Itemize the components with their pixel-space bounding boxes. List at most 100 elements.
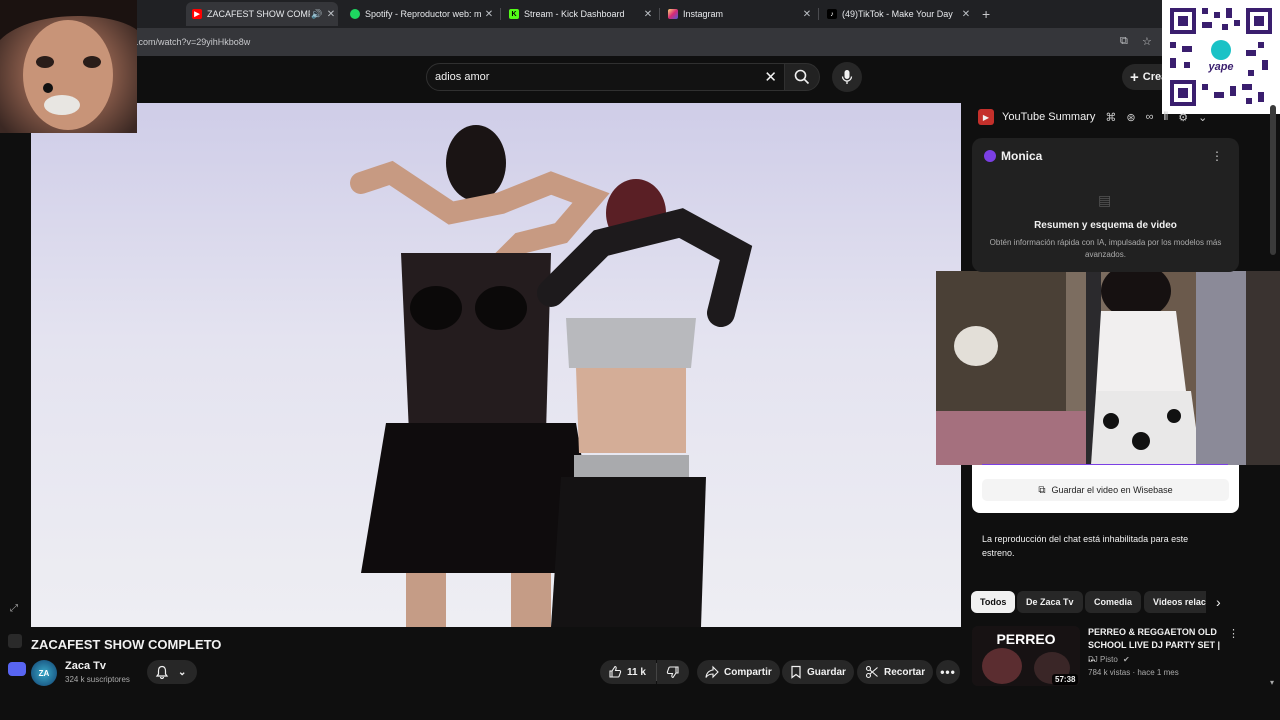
thumbs-down-icon <box>666 666 679 679</box>
bookmark-icon <box>791 665 801 679</box>
glasses-icon[interactable]: ∞ <box>1146 111 1154 123</box>
expand-icon[interactable]: ⤢ <box>10 603 18 614</box>
recommendation-channel-name: DJ Pisto <box>1088 655 1118 664</box>
close-tab-icon[interactable]: ✕ <box>800 9 814 20</box>
spotify-icon <box>350 9 360 19</box>
tiktok-icon: ♪ <box>827 9 837 19</box>
save-to-wisebase-label: Guardar el video en Wisebase <box>1051 485 1173 495</box>
qr-code-icon: yape <box>1162 0 1280 114</box>
search-input[interactable]: adios amor <box>435 71 489 83</box>
clear-search-icon[interactable]: ✕ <box>764 68 777 86</box>
share-icon <box>705 665 719 679</box>
extension-title: YouTube Summary <box>1002 111 1096 123</box>
tab-instagram[interactable]: Instagram ✕ <box>662 2 814 26</box>
discord-icon <box>8 662 26 676</box>
kick-icon: K <box>509 9 519 19</box>
dislike-button[interactable] <box>657 660 689 684</box>
thumbnail-text: PERREO <box>996 631 1055 647</box>
summary-card-title: Resumen y esquema de video <box>1034 220 1177 231</box>
channel-name[interactable]: Zaca Tv <box>65 660 106 672</box>
chip-de-zaca-tv[interactable]: De Zaca Tv <box>1017 591 1083 613</box>
document-icon: ▤ <box>1098 192 1112 208</box>
close-tab-icon[interactable]: ✕ <box>482 9 496 20</box>
robot-icon[interactable]: ⌘ <box>1105 111 1116 124</box>
tab-kick[interactable]: K Stream - Kick Dashboard ✕ <box>503 2 655 26</box>
save-button[interactable]: Guardar <box>782 660 854 684</box>
install-app-icon[interactable]: ⧉ <box>1120 35 1128 48</box>
monica-logo-icon <box>984 150 996 162</box>
panel-scrollbar[interactable] <box>1270 105 1276 255</box>
chevron-down-icon: ⌄ <box>178 666 187 678</box>
monica-name: Monica <box>1001 149 1043 163</box>
video-title: ZACAFEST SHOW COMPLETO <box>31 637 222 652</box>
browser-tab-strip: ▶ ZACAFEST SHOW COMPLETO 🔊 ✕ Spotify - R… <box>0 0 1280 28</box>
tab-zacafest[interactable]: ▶ ZACAFEST SHOW COMPLETO 🔊 ✕ <box>186 2 338 26</box>
address-bar: .com/watch?v=29yihHkbo8w ⧉ ☆ <box>0 28 1280 56</box>
youtube-icon: ▶ <box>192 9 202 19</box>
chip-todos[interactable]: Todos <box>971 591 1016 613</box>
new-tab-button[interactable]: + <box>982 6 990 22</box>
openai-icon[interactable]: ⊛ <box>1126 111 1135 124</box>
search-icon <box>794 69 810 85</box>
save-to-wisebase-button[interactable]: ⧉ Guardar el video en Wisebase <box>982 479 1229 501</box>
speaker-icon[interactable]: 🔊 <box>310 9 324 20</box>
subscriber-count: 324 k suscriptores <box>65 675 130 684</box>
voice-search-button[interactable] <box>832 62 862 92</box>
chevron-right-icon[interactable]: › <box>1216 594 1221 610</box>
video-player[interactable] <box>31 103 961 627</box>
search-box[interactable]: adios amor ✕ <box>426 63 788 91</box>
like-button[interactable]: 11 k <box>600 660 656 684</box>
scroll-down-icon[interactable]: ▾ <box>1270 678 1274 687</box>
channel-avatar[interactable]: ZA <box>31 660 57 686</box>
clip-button[interactable]: Recortar <box>857 660 934 684</box>
more-options-icon[interactable]: ⋮ <box>1228 627 1239 640</box>
tab-title: Spotify - Reproductor web: mú <box>365 9 482 19</box>
url-field[interactable]: .com/watch?v=29yihHkbo8w <box>136 37 250 47</box>
tab-title: (49)TikTok - Make Your Day <box>842 9 953 19</box>
chip-videos-relacionados[interactable]: Videos relac <box>1144 591 1206 613</box>
plus-icon: + <box>1130 68 1139 86</box>
webcam-face <box>0 0 137 130</box>
streaming-widget-icon <box>8 634 22 648</box>
share-button[interactable]: Compartir <box>697 660 780 684</box>
webcam-room <box>936 271 1280 465</box>
settings-icon[interactable]: ⚙ <box>1178 111 1188 124</box>
audio-icon[interactable]: ⦀ <box>1163 111 1168 124</box>
recommendation-channel[interactable]: DJ Pisto ✔ <box>1088 655 1130 664</box>
tab-separator <box>500 8 501 20</box>
search-button[interactable] <box>784 63 820 91</box>
close-tab-icon[interactable]: ✕ <box>641 9 655 20</box>
close-tab-icon[interactable]: ✕ <box>324 9 338 20</box>
yape-qr-code: yape <box>1162 0 1280 114</box>
video-frame <box>350 125 753 627</box>
bell-icon <box>155 665 169 679</box>
recommendation-meta: 784 k vistas · hace 1 mes <box>1088 668 1179 677</box>
chat-disabled-message: La reproducción del chat está inhabilita… <box>982 534 1189 558</box>
yape-logo-text: yape <box>1207 61 1233 73</box>
close-tab-icon[interactable]: ✕ <box>959 9 973 20</box>
tab-title: Stream - Kick Dashboard <box>524 9 625 19</box>
tab-tiktok[interactable]: ♪ (49)TikTok - Make Your Day ✕ <box>821 2 973 26</box>
more-options-icon[interactable]: ⋮ <box>1211 149 1223 163</box>
subscribe-notifications-button[interactable]: ⌄ <box>147 660 197 684</box>
youtube-summary-bar: ▶ YouTube Summary ⌘ ⊛ ∞ ⦀ ⚙ ⌄ <box>972 105 1238 129</box>
tab-separator <box>818 8 819 20</box>
monica-panel: Monica ⋮ ▤ Resumen y esquema de video Ob… <box>972 138 1239 272</box>
thumbs-up-icon <box>609 665 622 678</box>
microphone-icon <box>841 70 853 84</box>
bookmark-star-icon[interactable]: ☆ <box>1142 35 1152 48</box>
verified-icon: ✔ <box>1123 655 1130 664</box>
tab-title: Instagram <box>683 9 724 19</box>
summary-card-description: Obtén información rápida con IA, impulsa… <box>989 238 1222 259</box>
save-icon: ⧉ <box>1038 484 1046 496</box>
chip-comedia[interactable]: Comedia <box>1085 591 1142 613</box>
streamer-webcam-top <box>0 0 137 133</box>
chevron-down-icon[interactable]: ⌄ <box>1198 111 1207 124</box>
more-actions-button[interactable]: ••• <box>936 660 960 684</box>
monica-header: Monica <box>984 149 1042 163</box>
instagram-icon <box>668 9 678 19</box>
streamer-webcam-room <box>936 271 1280 465</box>
tab-spotify[interactable]: Spotify - Reproductor web: mú ✕ <box>344 2 496 26</box>
wisebase-card: ⧉ Guardar el video en Wisebase <box>972 465 1239 513</box>
scissors-icon <box>865 665 878 679</box>
